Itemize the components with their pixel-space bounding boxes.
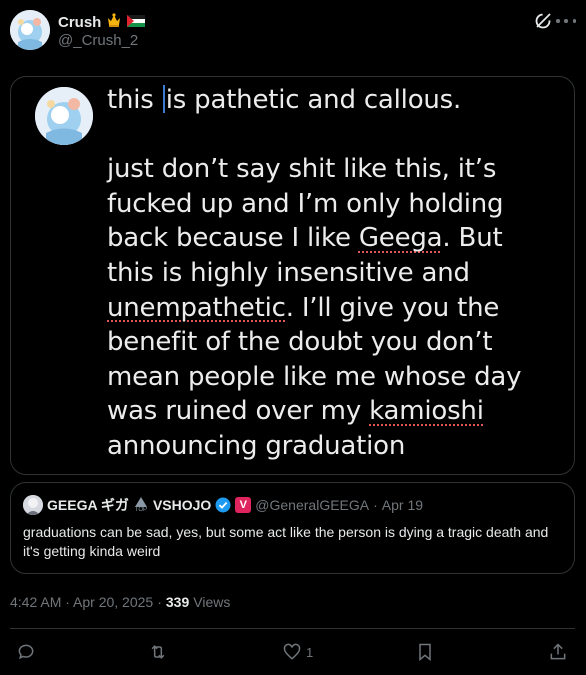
author-handle[interactable]: @_Crush_2 [58, 32, 138, 49]
media-paragraph-2: just don’t say shit like this, it’s fuck… [107, 152, 547, 463]
like-button[interactable]: 1 [282, 641, 313, 663]
post-timestamp[interactable]: 4:42 AM · Apr 20, 2025 [10, 594, 153, 610]
share-button[interactable] [548, 641, 568, 663]
author-name-row[interactable]: Crush [58, 12, 146, 33]
more-options-icon[interactable] [556, 12, 576, 30]
reply-icon [18, 644, 34, 660]
palestine-flag-emoji [127, 14, 146, 32]
quoted-org-name[interactable]: VSHOJO [153, 497, 211, 513]
post-media-image[interactable]: this is pathetic and callous. just don’t… [10, 76, 575, 475]
reply-button[interactable] [16, 641, 36, 663]
media-line-1-post: is pathetic and callous. [165, 85, 462, 115]
quoted-date[interactable]: Apr 19 [382, 497, 423, 513]
action-bar: 1 [10, 641, 576, 665]
media-para-2d: announcing graduation [107, 430, 406, 461]
spellcheck-word-geega: Geega [358, 223, 443, 254]
meta-separator: · [157, 594, 162, 610]
spellcheck-word-unempathetic: unempathetic [107, 292, 286, 323]
media-avatar [35, 87, 93, 145]
quoted-display-name[interactable]: GEEGA ギガ [47, 495, 129, 515]
post-header: Crush @_Crush_2 [10, 10, 576, 52]
divider [10, 628, 575, 629]
repost-button[interactable] [148, 641, 168, 663]
author-avatar[interactable] [10, 10, 50, 50]
crown-flag-emoji [105, 12, 123, 33]
quoted-post[interactable]: GEEGA ギガ TOP VSHOJO V @GeneralGEEGA · Ap… [10, 482, 575, 574]
verified-badge-icon [215, 497, 231, 513]
bookmark-button[interactable] [415, 641, 435, 663]
views-count: 339 [165, 594, 190, 610]
text-cursor [162, 85, 165, 113]
media-line-1-pre: this [107, 85, 162, 115]
media-text: this is pathetic and callous. just don’t… [107, 83, 547, 464]
post-meta: 4:42 AM · Apr 20, 2025 · 339 Views [10, 594, 230, 610]
quoted-post-header: GEEGA ギガ TOP VSHOJO V @GeneralGEEGA · Ap… [23, 495, 423, 515]
quoted-author-avatar[interactable] [23, 495, 43, 515]
quoted-post-text: graduations can be sad, yes, but some ac… [23, 524, 549, 559]
views-label: Views [193, 594, 231, 610]
top-rank-label: TOP [134, 507, 148, 513]
header-separator: · [373, 497, 378, 513]
top-rank-triangle-icon [134, 497, 147, 507]
affiliate-badge-icon: V [235, 497, 252, 513]
quoted-handle[interactable]: @GeneralGEEGA [255, 497, 369, 513]
top-rank-badge: TOP [133, 497, 149, 513]
heart-icon [283, 643, 301, 660]
author-display-name[interactable]: Crush [58, 14, 101, 31]
share-icon [550, 643, 566, 660]
grok-icon[interactable] [534, 12, 552, 30]
repost-icon [151, 645, 165, 659]
spellcheck-word-kamioshi: kamioshi [369, 396, 484, 427]
like-count: 1 [306, 644, 314, 660]
media-line-1: this is pathetic and callous. [107, 83, 547, 118]
bookmark-icon [419, 643, 431, 662]
